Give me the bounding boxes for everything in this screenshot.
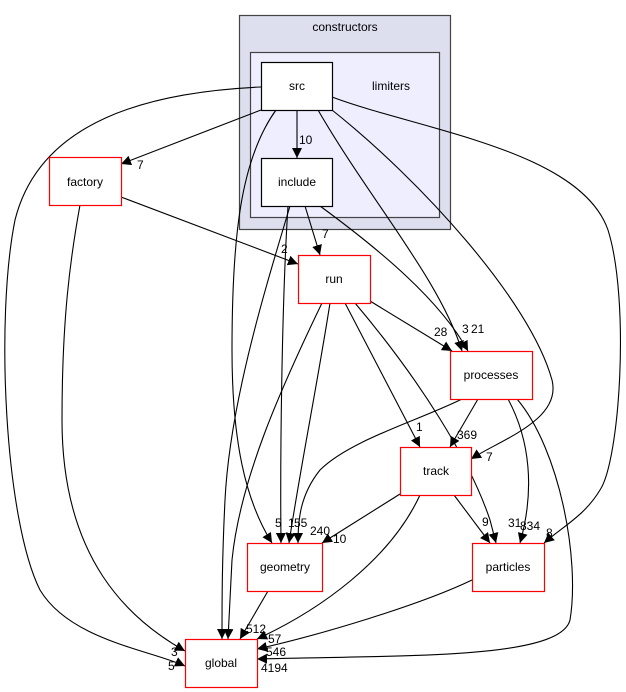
edge-label-include-processes: 21 [471, 322, 485, 336]
edge-label-include-run: 7 [322, 227, 329, 241]
edge-label-processes-global: 4194 [261, 661, 288, 675]
edge-label-track-particles: 9 [482, 515, 489, 529]
edge-label-run-processes: 28 [434, 325, 448, 339]
node-particles-label: particles [486, 560, 531, 574]
node-global-label: global [205, 656, 237, 670]
node-factory-label: factory [67, 175, 103, 189]
edge-label-src-factory: 7 [137, 158, 144, 172]
node-run-label: run [325, 272, 342, 286]
node-include-label: include [278, 175, 316, 189]
edge-label-src-global: 5 [168, 659, 175, 673]
edge-label-src-particles: 8 [546, 526, 553, 540]
node-src[interactable]: src [260, 61, 334, 112]
node-factory[interactable]: factory [48, 156, 123, 207]
node-src-label: src [289, 79, 305, 93]
node-run[interactable]: run [297, 254, 372, 305]
edge-run-geometry [285, 302, 331, 544]
node-particles[interactable]: particles [471, 542, 546, 593]
edge-include-geometry [275, 205, 289, 544]
node-global[interactable]: global [184, 638, 259, 689]
edge-label-src-include: 10 [299, 133, 313, 147]
dependency-graph: constructors limiters 10 7 5 5 3 7 8 7 6 [4, 14, 621, 689]
node-processes[interactable]: processes [449, 350, 534, 401]
edge-label-processes-track: 369 [457, 428, 477, 442]
node-include[interactable]: include [260, 157, 334, 208]
node-track-label: track [423, 464, 450, 478]
edge-label-geometry-global: 512 [246, 622, 266, 636]
edge-label-track-geometry: 10 [333, 532, 347, 546]
edge-label-factory-global: 3 [171, 645, 178, 659]
node-track[interactable]: track [399, 446, 473, 497]
edge-label-processes-geometry: 240 [310, 524, 330, 538]
node-geometry[interactable]: geometry [246, 542, 324, 593]
cluster-limiters-label: limiters [372, 79, 410, 93]
edge-label-particles-global: 546 [266, 645, 286, 659]
cluster-constructors-label: constructors [312, 20, 377, 34]
node-geometry-label: geometry [260, 560, 310, 574]
edge-label-run-track: 1 [416, 420, 423, 434]
edge-label-processes-particles: 834 [520, 519, 540, 533]
node-processes-label: processes [464, 368, 519, 382]
edge-factory-global [61, 204, 186, 652]
edge-label-run-geometry: 55 [294, 516, 308, 530]
edge-label-src-processes: 3 [462, 322, 469, 336]
edge-run-particles [354, 302, 499, 544]
edge-label-src-track: 7 [486, 450, 493, 464]
edge-label-factory-run: 2 [281, 242, 288, 256]
